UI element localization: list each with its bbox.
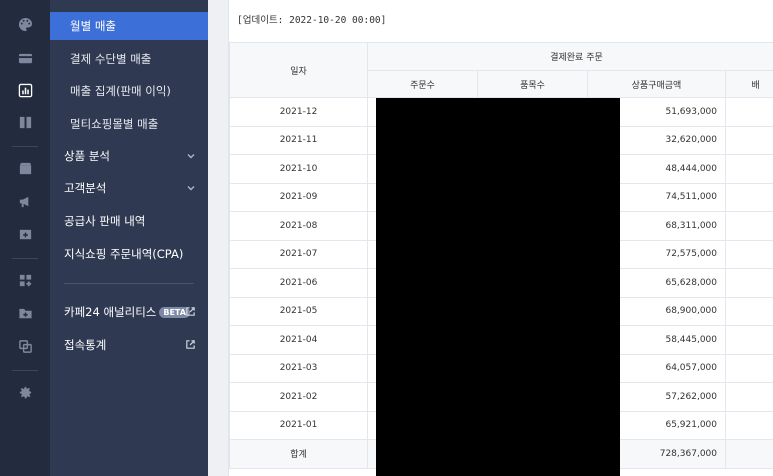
submenu-item-label: 매출 집계(판매 이익) <box>70 84 171 98</box>
submenu-item-customer-analysis[interactable]: 고객분석 <box>50 174 208 202</box>
submenu-item-label: 결제 수단별 매출 <box>70 52 152 66</box>
cart-plus-icon[interactable] <box>0 224 50 244</box>
date-cell: 2021-10 <box>229 154 368 184</box>
column-group-paid-orders: 결제완료 주문 <box>367 42 773 71</box>
date-cell: 2021-11 <box>229 125 368 155</box>
statistics-submenu: 월별 매출 결제 수단별 매출 매출 집계(판매 이익) 멀티쇼핑몰별 매출 상… <box>50 0 208 476</box>
box-icon[interactable] <box>0 158 50 178</box>
submenu-item-cafe24-analytics[interactable]: 카페24 애널리티스 BETA <box>50 298 208 326</box>
date-cell: 2021-03 <box>229 353 368 383</box>
date-cell: 2021-07 <box>229 239 368 269</box>
column-header-amount[interactable]: 상품구매금액 <box>587 70 726 98</box>
card-icon[interactable] <box>0 48 50 68</box>
chart-icon[interactable] <box>0 80 50 100</box>
palette-icon[interactable] <box>0 14 50 34</box>
submenu-item-label: 카페24 애널리티스 <box>64 305 157 319</box>
external-link-icon <box>186 340 195 349</box>
date-cell: 2021-05 <box>229 296 368 326</box>
update-timestamp: [업데이트: 2022-10-20 00:00] <box>237 15 387 26</box>
submenu-item-label: 접속통계 <box>64 338 107 352</box>
submenu-item-supplier-sales[interactable]: 공급사 판매 내역 <box>50 207 208 235</box>
submenu-item-access-stats[interactable]: 접속통계 <box>50 331 208 359</box>
main-content: [업데이트: 2022-10-20 00:00] 일자 결제완료 주문 주문수 … <box>208 0 773 476</box>
submenu-item-label: 고객분석 <box>64 181 107 195</box>
column-header-more[interactable]: 배 <box>725 70 773 98</box>
date-cell: 2021-04 <box>229 325 368 355</box>
submenu-item-multi-mall-sales[interactable]: 멀티쇼핑몰별 매출 <box>50 110 208 138</box>
monthly-sales-card: [업데이트: 2022-10-20 00:00] 일자 결제완료 주문 주문수 … <box>228 0 773 476</box>
submenu-item-monthly-sales[interactable]: 월별 매출 <box>50 12 208 40</box>
date-cell: 2021-08 <box>229 211 368 241</box>
column-header-item-count[interactable]: 품목수 <box>477 70 588 98</box>
folder-plus-icon[interactable] <box>0 303 50 323</box>
gear-icon[interactable] <box>0 382 50 402</box>
submenu-item-label: 공급사 판매 내역 <box>64 214 146 228</box>
date-cell: 2021-01 <box>229 410 368 440</box>
external-link-icon <box>186 307 195 316</box>
date-cell: 2021-09 <box>229 182 368 212</box>
copy-icon[interactable] <box>0 336 50 356</box>
submenu-item-label: 월별 매출 <box>70 19 116 33</box>
column-header-order-count[interactable]: 주문수 <box>367 70 478 98</box>
submenu-item-sales-summary[interactable]: 매출 집계(판매 이익) <box>50 77 208 105</box>
submenu-item-label: 상품 분석 <box>64 149 110 163</box>
icon-rail <box>0 0 50 476</box>
date-cell: 2021-02 <box>229 382 368 412</box>
chevron-down-icon <box>187 186 195 191</box>
submenu-item-payment-sales[interactable]: 결제 수단별 매출 <box>50 45 208 73</box>
column-header-date[interactable]: 일자 <box>229 42 368 98</box>
date-cell: 2021-06 <box>229 268 368 298</box>
redacted-area <box>376 98 620 476</box>
book-icon[interactable] <box>0 112 50 132</box>
megaphone-icon[interactable] <box>0 191 50 211</box>
total-label: 합계 <box>229 439 368 469</box>
submenu-item-label: 멀티쇼핑몰별 매출 <box>70 117 159 131</box>
submenu-item-product-analysis[interactable]: 상품 분석 <box>50 142 208 170</box>
date-cell: 2021-12 <box>229 97 368 127</box>
submenu-item-label: 지식쇼핑 주문내역(CPA) <box>64 247 184 261</box>
submenu-item-knowledge-shopping-cpa[interactable]: 지식쇼핑 주문내역(CPA) <box>50 240 208 268</box>
apps-icon[interactable] <box>0 270 50 290</box>
chevron-down-icon <box>187 154 195 159</box>
